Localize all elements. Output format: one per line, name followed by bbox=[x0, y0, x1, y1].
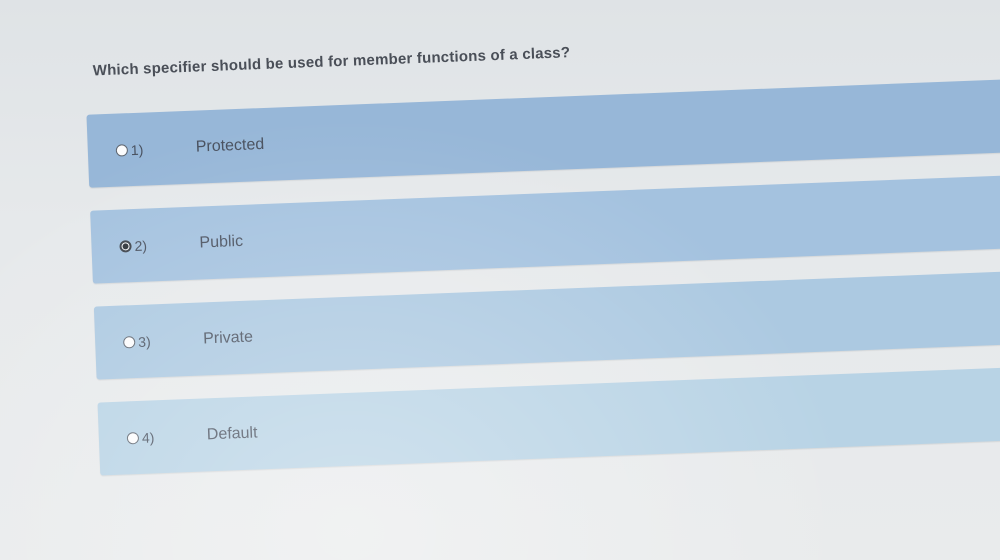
answer-option-1[interactable]: 1) Protected bbox=[86, 79, 1000, 188]
radio-selected-dot bbox=[122, 242, 129, 249]
option-number: 3) bbox=[137, 332, 151, 350]
option-number: 2) bbox=[134, 237, 148, 254]
radio-button-1[interactable] bbox=[115, 143, 129, 157]
answer-option-2[interactable]: 2) Public bbox=[90, 174, 1000, 284]
radio-button-2[interactable] bbox=[119, 239, 132, 253]
option-label: Default bbox=[206, 423, 258, 443]
answer-option-3[interactable]: 3) Private bbox=[93, 270, 1000, 380]
answer-option-4[interactable]: 4) Default bbox=[97, 366, 1000, 476]
radio-button-3[interactable] bbox=[122, 335, 136, 349]
radio-button-4[interactable] bbox=[126, 431, 140, 444]
question-text: Which specifier should be used for membe… bbox=[92, 44, 571, 80]
option-number: 1) bbox=[130, 141, 144, 158]
answer-options: 1) Protected 2) Public 3) Private 4) Def… bbox=[86, 79, 1000, 498]
option-label: Private bbox=[202, 328, 254, 347]
option-label: Protected bbox=[195, 135, 265, 156]
option-label: Public bbox=[199, 232, 244, 252]
quiz-panel: Which specifier should be used for membe… bbox=[0, 0, 1000, 560]
option-number: 4) bbox=[141, 428, 155, 446]
